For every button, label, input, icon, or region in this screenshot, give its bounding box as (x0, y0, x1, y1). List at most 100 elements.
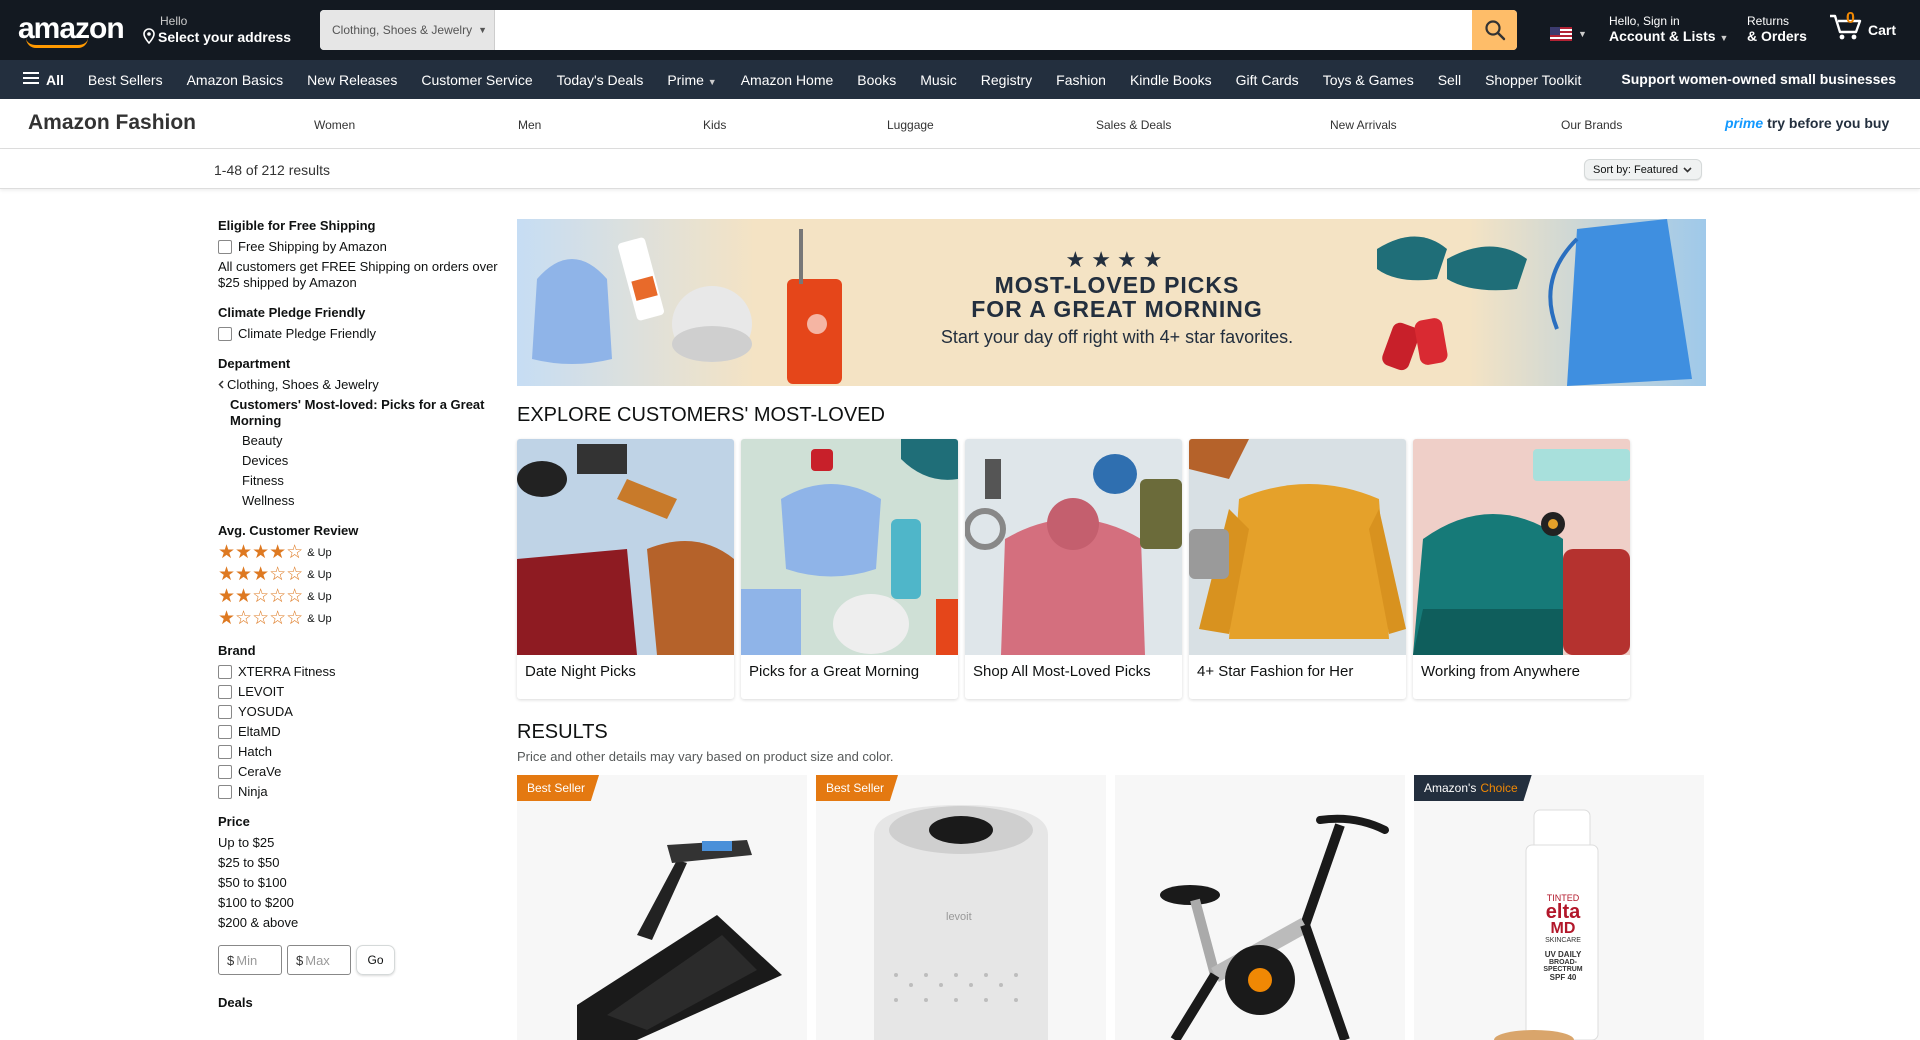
price-filter[interactable]: Up to $25 (218, 835, 500, 851)
explore-tile-working-anywhere[interactable]: Working from Anywhere (1413, 439, 1630, 699)
price-go-button[interactable]: Go (356, 945, 395, 975)
subnav-best-sellers[interactable]: Best Sellers (88, 72, 163, 88)
brand-filter-yosuda[interactable]: YOSUDA (218, 704, 500, 720)
climate-heading: Climate Pledge Friendly (218, 305, 366, 320)
review-filter-4[interactable]: ★★★★ ☆ & Up (218, 543, 500, 562)
account-big: Account & Lists (1609, 28, 1716, 44)
checkbox[interactable] (218, 327, 232, 341)
price-heading: Price (218, 814, 250, 829)
subnav-new-releases[interactable]: New Releases (307, 72, 397, 88)
subnav-toys-games[interactable]: Toys & Games (1323, 72, 1414, 88)
us-flag-icon[interactable] (1550, 27, 1572, 41)
explore-tile-shop-all[interactable]: Shop All Most-Loved Picks (965, 439, 1182, 699)
search-button[interactable] (1472, 10, 1517, 50)
review-heading: Avg. Customer Review (218, 523, 359, 538)
banner-stars: ★★★★ (1065, 247, 1169, 272)
fashion-link-women[interactable]: Women (314, 118, 355, 132)
brand-filter-levoit[interactable]: LEVOIT (218, 684, 500, 700)
search-input[interactable] (495, 10, 1472, 50)
dept-child-devices[interactable]: Devices (218, 453, 500, 469)
brand-filter-xterra[interactable]: XTERRA Fitness (218, 664, 500, 680)
star-empty-icon: ☆☆☆ (252, 586, 304, 607)
explore-tile-date-night[interactable]: Date Night Picks (517, 439, 734, 699)
product-card-treadmill[interactable]: Best Seller (517, 775, 807, 1040)
subnav-gift-cards[interactable]: Gift Cards (1236, 72, 1299, 88)
label-spf: SPF 40 (1549, 973, 1577, 982)
price-min-input[interactable]: $ Min (218, 945, 282, 975)
fashion-link-new-arrivals[interactable]: New Arrivals (1330, 118, 1397, 132)
dept-parent-link[interactable]: Clothing, Shoes & Jewelry (218, 377, 500, 393)
checkbox[interactable] (218, 665, 232, 679)
product-card-air-purifier[interactable]: levoit Best Seller (816, 775, 1106, 1040)
support-women-owned-link[interactable]: Support women-owned small businesses (1621, 71, 1896, 87)
checkbox[interactable] (218, 240, 232, 254)
search-department-select[interactable]: Clothing, Shoes & Jewelry ▼ (320, 10, 495, 50)
price-range: $ Min $ Max Go (218, 945, 500, 975)
fashion-link-sales-deals[interactable]: Sales & Deals (1096, 118, 1171, 132)
fashion-link-kids[interactable]: Kids (703, 118, 726, 132)
fashion-link-luggage[interactable]: Luggage (887, 118, 934, 132)
checkbox[interactable] (218, 745, 232, 759)
product-brand-levoit: levoit (946, 911, 972, 923)
review-suffix: & Up (307, 612, 332, 625)
fashion-link-men[interactable]: Men (518, 118, 541, 132)
sort-select[interactable]: Sort by: Featured (1584, 159, 1702, 180)
subnav-customer-service[interactable]: Customer Service (421, 72, 532, 88)
product-image-exercise-bike (1160, 814, 1389, 1040)
subnav-shopper-toolkit[interactable]: Shopper Toolkit (1485, 72, 1581, 88)
deliver-to[interactable]: Hello Select your address (142, 14, 291, 47)
subnav-sell[interactable]: Sell (1438, 72, 1461, 88)
checkbox[interactable] (218, 725, 232, 739)
price-filter[interactable]: $50 to $100 (218, 875, 500, 891)
checkbox[interactable] (218, 705, 232, 719)
subnav-amazon-home[interactable]: Amazon Home (741, 72, 834, 88)
brand-filter-hatch[interactable]: Hatch (218, 744, 500, 760)
all-menu-button[interactable]: All (22, 71, 64, 88)
review-filter-3[interactable]: ★★★ ☆☆ & Up (218, 565, 500, 584)
banner-subtitle: Start your day off right with 4+ star fa… (940, 327, 1294, 347)
product-card-exercise-bike[interactable] (1115, 775, 1405, 1040)
price-filter[interactable]: $200 & above (218, 915, 500, 931)
subnav-registry[interactable]: Registry (981, 72, 1032, 88)
brand-filter-eltamd[interactable]: EltaMD (218, 724, 500, 740)
review-filter-1[interactable]: ★ ☆☆☆☆ & Up (218, 609, 500, 628)
checkbox[interactable] (218, 765, 232, 779)
product-card-sunscreen[interactable]: TINTED elta MD SKINCARE UV DAILY BROAD-S… (1414, 775, 1704, 1040)
search-icon (1484, 20, 1505, 41)
subnav-kindle-books[interactable]: Kindle Books (1130, 72, 1212, 88)
subnav-music[interactable]: Music (920, 72, 957, 88)
price-max-input[interactable]: $ Max (287, 945, 351, 975)
checkbox[interactable] (218, 785, 232, 799)
climate-filter[interactable]: Climate Pledge Friendly (218, 326, 500, 342)
cart-button[interactable]: 0 Cart (1828, 10, 1896, 42)
checkbox[interactable] (218, 685, 232, 699)
free-shipping-label: Free Shipping by Amazon (238, 239, 387, 254)
label-broad-spectrum: BROAD-SPECTRUM (1543, 959, 1583, 973)
dept-child-fitness[interactable]: Fitness (218, 473, 500, 489)
subnav-todays-deals[interactable]: Today's Deals (557, 72, 644, 88)
dept-child-wellness[interactable]: Wellness (218, 493, 500, 509)
tile-image (741, 439, 958, 655)
price-filter[interactable]: $25 to $50 (218, 855, 500, 871)
explore-tile-great-morning[interactable]: Picks for a Great Morning (741, 439, 958, 699)
brand-filter-cerave[interactable]: CeraVe (218, 764, 500, 780)
free-shipping-filter[interactable]: Free Shipping by Amazon (218, 239, 500, 255)
fashion-link-our-brands[interactable]: Our Brands (1561, 118, 1622, 132)
brand-filter-ninja[interactable]: Ninja (218, 784, 500, 800)
deliver-address: Select your address (158, 29, 292, 45)
subnav-amazon-basics[interactable]: Amazon Basics (187, 72, 283, 88)
banner-line-1: MOST-LOVED PICKS (994, 272, 1240, 298)
prime-try-before-you-buy[interactable]: prime try before you buy (1725, 115, 1889, 131)
account-lists[interactable]: Hello, Sign in Account & Lists ▼ (1609, 14, 1728, 44)
explore-tile-fashion-for-her[interactable]: 4+ Star Fashion for Her (1189, 439, 1406, 699)
hero-banner[interactable]: ★★★★ MOST-LOVED PICKS FOR A GREAT MORNIN… (517, 219, 1706, 386)
dept-child-beauty[interactable]: Beauty (218, 433, 500, 449)
fashion-title[interactable]: Amazon Fashion (28, 111, 196, 135)
returns-orders[interactable]: Returns & Orders (1747, 14, 1807, 44)
subnav-fashion[interactable]: Fashion (1056, 72, 1106, 88)
subnav-prime[interactable]: Prime ▼ (667, 72, 716, 88)
results-count: 1-48 of 212 results (214, 162, 330, 178)
subnav-books[interactable]: Books (857, 72, 896, 88)
review-filter-2[interactable]: ★★ ☆☆☆ & Up (218, 586, 500, 607)
price-filter[interactable]: $100 to $200 (218, 895, 500, 911)
